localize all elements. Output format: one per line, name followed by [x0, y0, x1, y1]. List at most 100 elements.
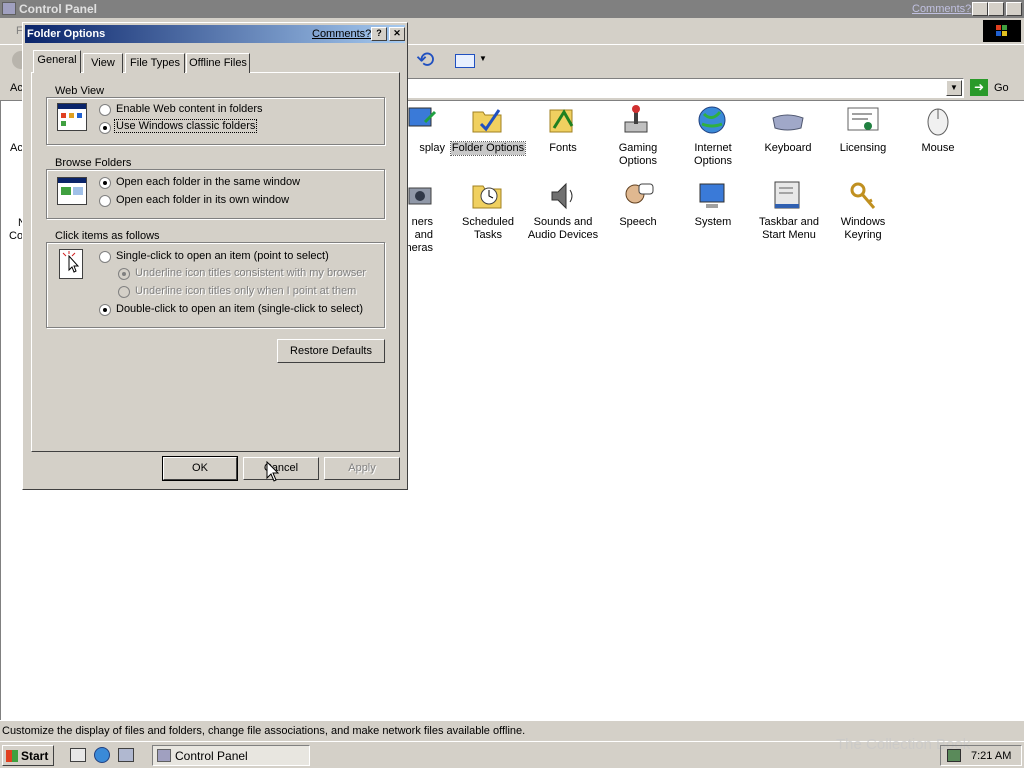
display-icon — [405, 104, 439, 136]
web-view-legend: Web View — [53, 85, 107, 97]
enable-web-content-radio[interactable] — [99, 104, 111, 116]
same-window-label[interactable]: Open each folder in the same window — [116, 176, 300, 188]
window-title: Control Panel — [19, 2, 98, 16]
folder-options-icon — [471, 104, 505, 136]
tab-file-types[interactable]: File Types — [125, 53, 185, 73]
go-button[interactable]: Go — [994, 82, 1009, 94]
icon-taskbar-start[interactable]: Taskbar and Start Menu — [751, 180, 827, 244]
partial-icon-label[interactable]: Co — [9, 230, 23, 242]
icon-speech[interactable]: Speech — [601, 180, 675, 240]
browse-folders-legend: Browse Folders — [53, 157, 134, 169]
address-dropdown-button[interactable]: ▼ — [946, 80, 962, 96]
comments-link[interactable]: Comments? — [912, 3, 971, 15]
icon-sounds-audio[interactable]: Sounds and Audio Devices — [526, 180, 600, 244]
click-items-icon — [59, 249, 83, 279]
help-button[interactable]: ? — [371, 27, 387, 41]
dialog-titlebar: Folder Options Comments? ? ✕ — [25, 25, 405, 43]
icon-licensing[interactable]: Licensing — [826, 104, 900, 164]
tab-offline-files[interactable]: Offline Files — [186, 53, 250, 73]
sounds-icon — [546, 180, 580, 212]
icon-label: System — [694, 216, 732, 228]
underline-point-label[interactable]: Underline icon titles only when I point … — [135, 285, 356, 297]
network-tray-icon[interactable] — [947, 749, 961, 762]
internet-options-icon — [696, 104, 730, 136]
icon-mouse[interactable]: Mouse — [901, 104, 975, 164]
control-panel-icon — [2, 2, 16, 15]
dialog-comments-link[interactable]: Comments? — [312, 28, 371, 40]
start-label: Start — [21, 749, 49, 763]
restore-defaults-button[interactable]: Restore Defaults — [277, 339, 385, 363]
keyring-icon — [846, 180, 880, 212]
address-input[interactable] — [404, 78, 964, 98]
undo-icon[interactable]: ⟲ — [416, 49, 434, 71]
restore-button[interactable]: ❐ — [988, 2, 1004, 16]
classic-folders-label[interactable]: Use Windows classic folders — [113, 119, 258, 133]
windows-flag-icon — [6, 750, 18, 762]
icon-label: Mouse — [921, 142, 955, 154]
tab-view[interactable]: View — [83, 53, 123, 73]
icon-label: Folder Options — [450, 141, 526, 156]
click-items-legend: Click items as follows — [53, 230, 162, 242]
go-arrow-icon[interactable]: ➜ — [970, 79, 988, 96]
tab-general[interactable]: General — [33, 50, 81, 73]
cancel-button[interactable]: Cancel — [243, 457, 319, 480]
icon-folder-options[interactable]: Folder Options — [450, 104, 526, 164]
icon-system[interactable]: System — [676, 180, 750, 240]
windows-logo-icon — [983, 20, 1021, 42]
fonts-icon — [546, 104, 580, 136]
icon-label: Sounds and Audio Devices — [527, 216, 599, 241]
double-click-radio[interactable] — [99, 304, 111, 316]
mouse-cursor-icon — [266, 460, 280, 486]
icon-windows-keyring[interactable]: Windows Keyring — [826, 180, 900, 244]
close-button[interactable]: ✕ — [1006, 2, 1022, 16]
icon-label: Taskbar and Start Menu — [759, 216, 819, 241]
views-dropdown-icon[interactable]: ▼ — [479, 54, 487, 63]
icon-gaming-options[interactable]: Gaming Options — [601, 104, 675, 168]
clock[interactable]: 7:21 AM — [971, 750, 1011, 762]
single-click-label[interactable]: Single-click to open an item (point to s… — [116, 250, 329, 262]
web-view-icon — [57, 103, 87, 131]
scanners-cameras-icon — [405, 180, 439, 212]
underline-point-radio[interactable] — [118, 286, 130, 298]
underline-browser-radio[interactable] — [118, 268, 130, 280]
classic-folders-radio[interactable] — [99, 122, 111, 134]
partial-icon-label[interactable]: Ac — [10, 142, 23, 154]
licensing-icon — [846, 104, 880, 136]
enable-web-content-label[interactable]: Enable Web content in folders — [116, 103, 263, 115]
underline-browser-label[interactable]: Underline icon titles consistent with my… — [135, 267, 366, 279]
own-window-label[interactable]: Open each folder in its own window — [116, 194, 289, 206]
icon-internet-options[interactable]: Internet Options — [676, 104, 750, 168]
icon-label: Licensing — [839, 142, 887, 154]
views-icon[interactable] — [455, 54, 475, 68]
own-window-radio[interactable] — [99, 195, 111, 207]
ok-button[interactable]: OK — [162, 456, 238, 481]
system-icon — [696, 180, 730, 212]
same-window-radio[interactable] — [99, 177, 111, 189]
folder-options-dialog: Folder Options Comments? ? ✕ General Vie… — [22, 22, 408, 490]
icon-fonts[interactable]: Fonts — [526, 104, 600, 164]
task-control-panel-icon — [157, 749, 171, 762]
double-click-label[interactable]: Double-click to open an item (single-cli… — [116, 303, 363, 315]
minimize-button[interactable]: _ — [972, 2, 988, 16]
speech-icon — [621, 180, 655, 212]
icon-label: Internet Options — [694, 142, 732, 167]
task-label: Control Panel — [175, 749, 248, 763]
internet-explorer-icon[interactable] — [94, 747, 110, 763]
taskbar: Start Control Panel The Collection Book … — [0, 736, 1024, 768]
icon-label: Keyboard — [764, 142, 812, 154]
dialog-title: Folder Options — [27, 28, 106, 40]
dialog-close-button[interactable]: ✕ — [389, 27, 405, 41]
apply-button[interactable]: Apply — [324, 457, 400, 480]
icon-label: Speech — [619, 216, 657, 228]
show-desktop-icon[interactable] — [70, 748, 86, 762]
explorer-icon[interactable] — [118, 748, 134, 762]
icon-label: Windows Keyring — [840, 216, 886, 241]
single-click-radio[interactable] — [99, 251, 111, 263]
taskbar-task-control-panel[interactable]: Control Panel — [152, 745, 310, 766]
icon-scheduled-tasks[interactable]: Scheduled Tasks — [451, 180, 525, 244]
start-button[interactable]: Start — [2, 745, 54, 766]
keyboard-icon — [771, 104, 805, 136]
icon-label: Scheduled Tasks — [462, 216, 514, 241]
mouse-icon — [921, 104, 955, 136]
icon-keyboard[interactable]: Keyboard — [751, 104, 825, 164]
